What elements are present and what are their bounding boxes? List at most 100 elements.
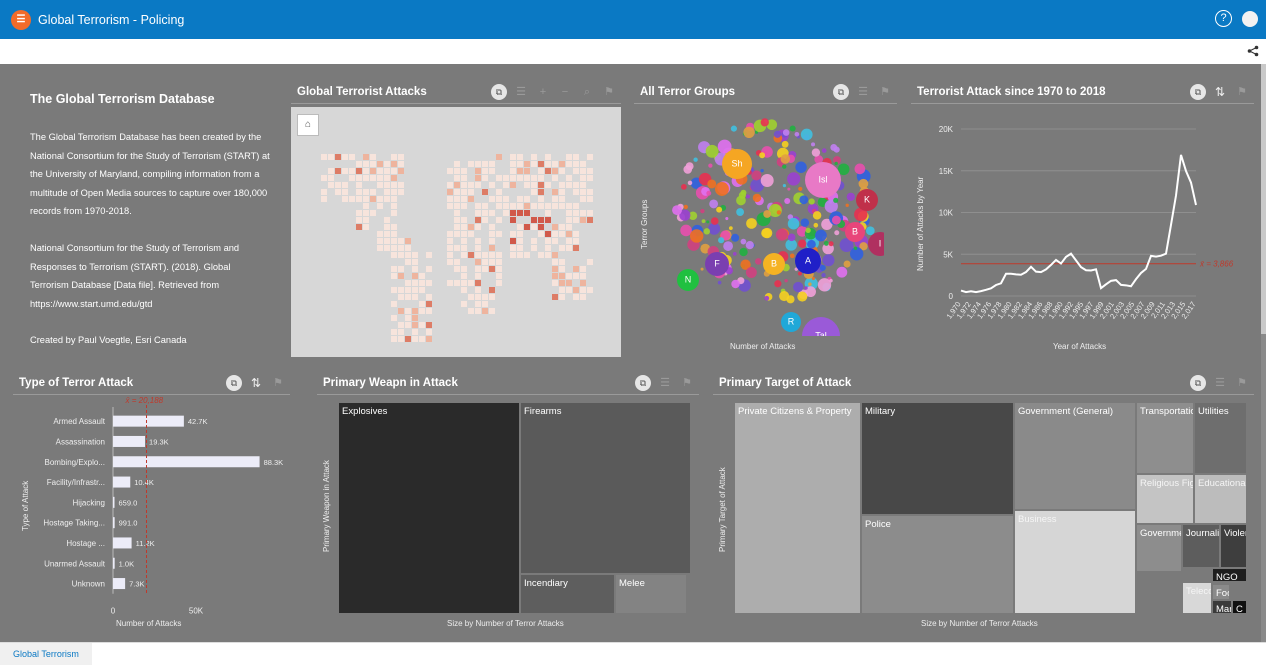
map-attack-cell[interactable] [475,252,481,258]
map-attack-cell[interactable] [580,266,586,272]
group-bubble[interactable] [743,126,755,139]
map-attack-cell[interactable] [398,308,404,314]
group-bubble[interactable] [793,281,804,293]
map-attack-cell[interactable] [510,231,516,237]
map-attack-cell[interactable] [538,224,544,230]
map-attack-cell[interactable] [370,168,376,174]
map-attack-cell[interactable] [573,238,579,244]
map-attack-cell[interactable] [552,280,558,286]
group-bubble[interactable] [800,128,813,141]
map-attack-cell[interactable] [398,329,404,335]
map-attack-cell[interactable] [384,189,390,195]
group-bubble[interactable] [828,200,833,204]
group-bubble[interactable] [787,217,800,230]
map-attack-cell[interactable] [566,217,572,223]
map-attack-cell[interactable] [531,182,537,188]
group-bubble[interactable] [811,142,816,147]
map-attack-cell[interactable] [321,189,327,195]
flag-icon[interactable]: ⚑ [679,375,695,391]
map-attack-cell[interactable] [517,238,523,244]
group-bubble[interactable] [705,144,719,158]
group-bubble[interactable] [821,272,826,278]
map-attack-cell[interactable] [405,287,411,293]
map-attack-cell[interactable] [447,168,453,174]
group-bubble[interactable] [718,237,725,244]
group-bubble[interactable] [700,267,704,271]
map-attack-cell[interactable] [377,245,383,251]
map-attack-cell[interactable] [475,273,481,279]
map-attack-cell[interactable] [384,182,390,188]
map-attack-cell[interactable] [391,189,397,195]
map-attack-cell[interactable] [573,231,579,237]
map-attack-cell[interactable] [391,245,397,251]
group-bubble[interactable] [723,241,733,251]
map-attack-cell[interactable] [370,154,376,160]
legend-icon[interactable]: ☰ [1212,375,1228,391]
map-attack-cell[interactable] [391,287,397,293]
map-attack-cell[interactable] [454,175,460,181]
map-attack-cell[interactable] [391,175,397,181]
treemap-cell[interactable]: Teleco [1182,582,1212,614]
card-options-icon[interactable]: ⧉ [635,375,651,391]
map-attack-cell[interactable] [573,203,579,209]
map-attack-cell[interactable] [517,175,523,181]
map-attack-cell[interactable] [412,329,418,335]
map-attack-cell[interactable] [552,252,558,258]
map-attack-cell[interactable] [391,224,397,230]
group-bubble[interactable] [808,198,815,205]
map-attack-cell[interactable] [412,287,418,293]
group-bubble[interactable] [760,168,764,173]
group-bubble[interactable] [787,233,796,242]
map-attack-cell[interactable] [503,182,509,188]
zoom-selection-icon[interactable]: ⌕ [579,84,595,100]
map-attack-cell[interactable] [475,224,481,230]
map-attack-cell[interactable] [391,301,397,307]
map-attack-cell[interactable] [398,238,404,244]
map-attack-cell[interactable] [370,189,376,195]
map-attack-cell[interactable] [454,280,460,286]
map-attack-cell[interactable] [538,252,544,258]
map-attack-cell[interactable] [531,238,537,244]
group-bubble[interactable] [687,180,693,186]
group-bubble[interactable] [716,206,723,213]
map-attack-cell[interactable] [384,196,390,202]
map-attack-cell[interactable] [384,161,390,167]
map-attack-cell[interactable] [391,329,397,335]
map-attack-cell[interactable] [419,287,425,293]
map-attack-cell[interactable] [454,189,460,195]
map-attack-cell[interactable] [517,203,523,209]
map-attack-cell[interactable] [335,182,341,188]
map-attack-cell[interactable] [328,168,334,174]
map-attack-cell[interactable] [461,266,467,272]
group-bubble[interactable] [823,241,829,246]
map-attack-cell[interactable] [468,196,474,202]
sort-icon[interactable]: ⇅ [248,375,264,391]
map-attack-cell[interactable] [321,154,327,160]
map-attack-cell[interactable] [538,175,544,181]
map-attack-cell[interactable] [454,217,460,223]
map-attack-cell[interactable] [552,203,558,209]
group-bubble[interactable] [782,184,787,188]
map-attack-cell[interactable] [419,280,425,286]
map-attack-cell[interactable] [391,196,397,202]
map-attack-cell[interactable] [517,252,523,258]
map-attack-cell[interactable] [531,245,537,251]
map-attack-cell[interactable] [489,259,495,265]
map-attack-cell[interactable] [363,217,369,223]
map-attack-cell[interactable] [503,175,509,181]
map-attack-cell[interactable] [342,154,348,160]
group-bubble[interactable] [760,118,769,127]
map-attack-cell[interactable] [538,182,544,188]
map-attack-cell[interactable] [580,273,586,279]
group-bubble[interactable] [740,238,747,245]
group-bubble[interactable] [819,264,826,271]
map-attack-cell[interactable] [559,203,565,209]
map-attack-cell[interactable] [559,189,565,195]
map-attack-cell[interactable] [447,189,453,195]
map-attack-cell[interactable] [447,203,453,209]
map-attack-cell[interactable] [419,308,425,314]
map-attack-cell[interactable] [573,210,579,216]
map-attack-cell[interactable] [412,315,418,321]
map-attack-cell[interactable] [335,168,341,174]
map-attack-cell[interactable] [496,189,502,195]
